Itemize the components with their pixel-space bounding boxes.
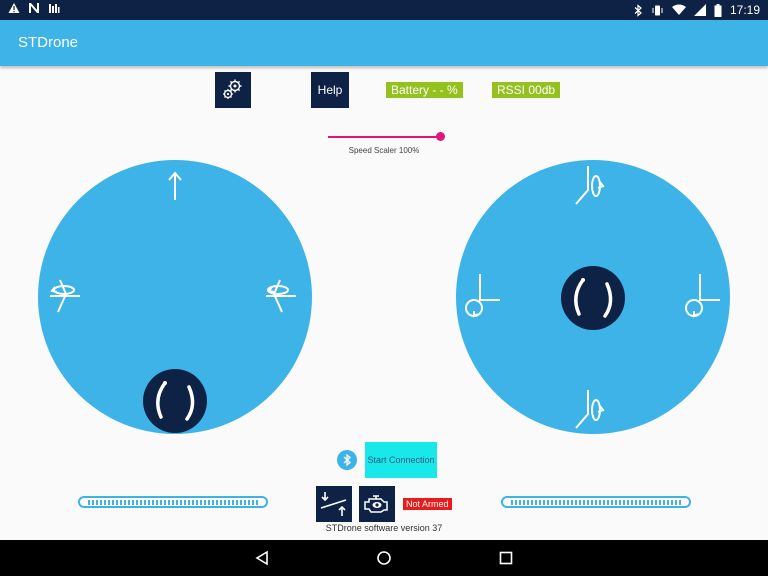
arm-engine-button[interactable]: [359, 486, 395, 522]
knob-highlight: [156, 381, 195, 421]
signal-bars-icon: [49, 4, 60, 13]
trim-ticks: [88, 500, 258, 505]
trim-ticks: [511, 500, 681, 505]
yaw-left-icon: [50, 279, 80, 313]
cell-signal-icon: [693, 4, 706, 16]
armed-status-badge: Not Armed: [403, 498, 452, 510]
battery-status-badge: Battery - - %: [386, 82, 463, 98]
pitch-down-icon: [575, 390, 605, 429]
roll-right-icon: [685, 274, 720, 318]
pitch-up-icon: [575, 166, 605, 205]
status-bar: 17:19: [0, 0, 768, 20]
arrow-up-icon: [168, 171, 182, 200]
software-version-label: STDrone software version 37: [325, 523, 443, 533]
speed-scaler-label: Speed Scaler 100%: [348, 146, 420, 155]
wifi-icon: [671, 4, 686, 15]
app-bar: STDrone: [0, 20, 768, 66]
speed-scaler-track[interactable]: [328, 136, 440, 138]
right-trim-slider[interactable]: [501, 496, 691, 508]
right-joystick-knob[interactable]: [561, 266, 625, 330]
app-title: STDrone: [18, 34, 79, 51]
start-connection-button[interactable]: Start Connection: [365, 442, 437, 478]
bluetooth-icon: [634, 3, 642, 17]
app-screen: 17:19 STDrone Help Battery - - % RSSI 00…: [0, 0, 768, 576]
rssi-status-badge: RSSI 00db: [492, 82, 561, 98]
engine-icon: [364, 495, 388, 513]
back-icon[interactable]: [254, 550, 270, 566]
status-time: 17:19: [729, 3, 760, 17]
navigation-bar: [0, 540, 768, 576]
help-button[interactable]: Help: [311, 72, 349, 108]
home-icon[interactable]: [376, 550, 392, 566]
left-trim-slider[interactable]: [78, 496, 268, 508]
takeoff-icon: [320, 492, 347, 516]
gears-icon: [223, 79, 242, 99]
settings-button[interactable]: [215, 72, 251, 108]
roll-left-icon: [465, 274, 500, 318]
speed-scaler-thumb[interactable]: [436, 132, 445, 141]
takeoff-land-button[interactable]: [316, 486, 352, 522]
yaw-right-icon: [266, 279, 296, 313]
phone-vibrate-icon: [652, 5, 663, 15]
n-icon: [29, 3, 39, 13]
knob-highlight: [574, 278, 613, 318]
bluetooth-icon: [337, 450, 357, 470]
left-joystick-knob[interactable]: [143, 369, 207, 433]
warning-icon: [8, 3, 20, 13]
recents-icon[interactable]: [498, 550, 514, 566]
battery-icon: [714, 3, 722, 17]
